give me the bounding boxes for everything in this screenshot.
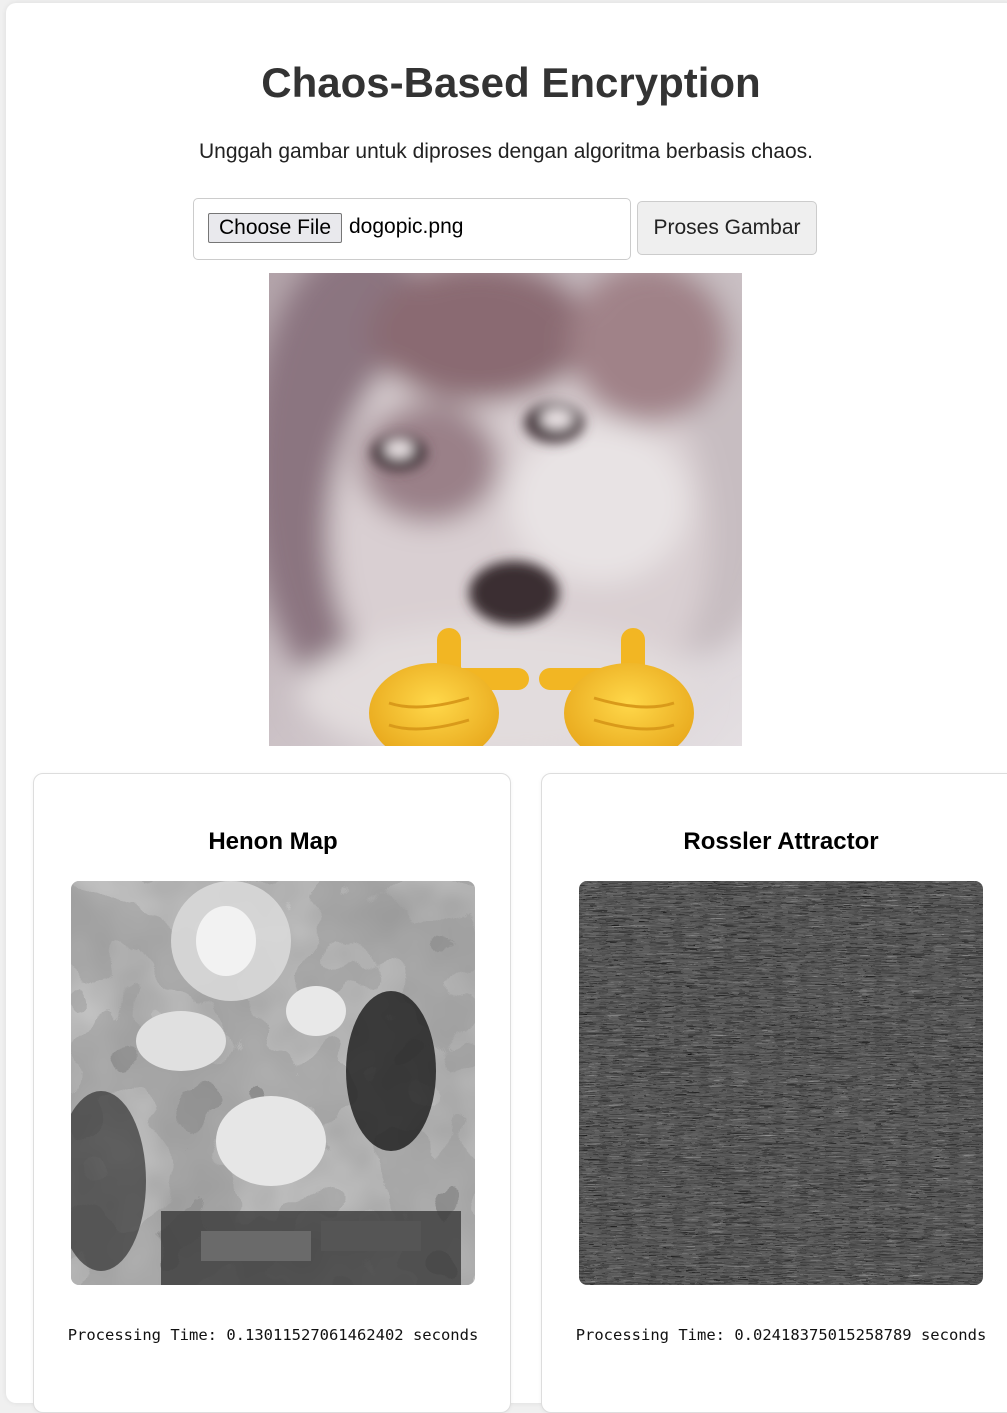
main-card: Chaos-Based Encryption Unggah gambar unt… <box>6 3 1007 1413</box>
file-input[interactable]: Choose File dogopic.png <box>193 198 631 260</box>
henon-processing-time: Processing Time: 0.13011527061462402 sec… <box>67 1326 479 1344</box>
rossler-attractor-output-image <box>579 881 983 1285</box>
rossler-processing-time: Processing Time: 0.02418375015258789 sec… <box>575 1326 987 1344</box>
choose-file-button[interactable]: Choose File <box>208 213 342 243</box>
rossler-attractor-title: Rossler Attractor <box>683 828 879 855</box>
uploaded-image-preview <box>269 273 742 746</box>
henon-map-output-image <box>71 881 475 1285</box>
rossler-attractor-result-card: Rossler Attractor Processing Time: 0.024… <box>541 773 1007 1413</box>
dog-photo <box>269 273 742 746</box>
henon-map-title: Henon Map <box>208 828 338 855</box>
page-subtitle: Unggah gambar untuk diproses dengan algo… <box>198 140 814 163</box>
henon-map-result-card: Henon Map Processing Time: 0.13011527061… <box>33 773 511 1413</box>
process-image-button[interactable]: Proses Gambar <box>637 201 817 255</box>
selected-file-name: dogopic.png <box>349 215 464 238</box>
page-title: Chaos-Based Encryption <box>261 59 761 106</box>
